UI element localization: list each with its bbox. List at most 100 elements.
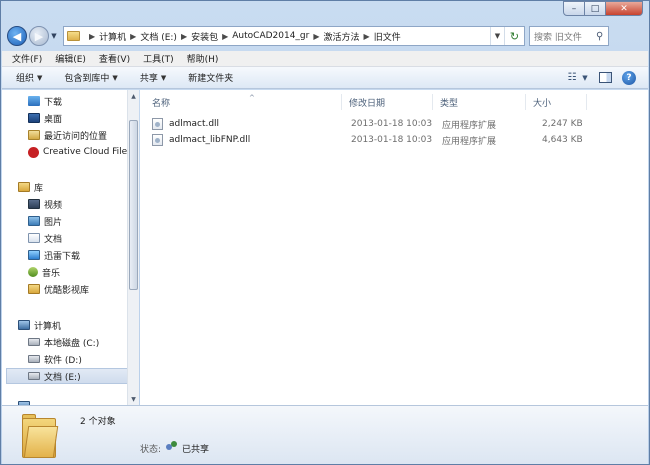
close-button[interactable]: ✕ — [605, 1, 643, 16]
search-icon[interactable]: ⚲ — [596, 31, 608, 42]
file-row[interactable]: adlmact_libFNP.dll 2013-01-18 10:03 应用程序… — [152, 132, 640, 148]
include-in-library-button[interactable]: 包含到库中 ▼ — [64, 71, 118, 85]
help-icon[interactable]: ? — [622, 70, 636, 85]
explorer-window: – □ ✕ ◀ ▶ ▼ ▶ 计算机 ▶ 文档 (E:) ▶ 安装包 ▶ Auto… — [0, 0, 650, 465]
nav-item-drive-e[interactable]: 文档 (E:) — [6, 368, 128, 384]
dll-file-icon — [152, 134, 163, 146]
nav-item-drive-d[interactable]: 软件 (D:) — [28, 351, 82, 367]
column-header-size[interactable]: 大小 — [527, 94, 587, 110]
address-row: ◀ ▶ ▼ ▶ 计算机 ▶ 文档 (E:) ▶ 安装包 ▶ AutoCAD201… — [7, 23, 645, 49]
scroll-thumb[interactable] — [129, 120, 138, 290]
column-header-type[interactable]: 类型 — [434, 94, 526, 110]
breadcrumb-item[interactable]: 安装包 — [191, 30, 218, 43]
recent-places-icon — [28, 130, 40, 140]
address-dropdown-icon[interactable]: ▼ — [490, 27, 504, 45]
nav-item-label: 桌面 — [44, 114, 63, 125]
creative-cloud-icon — [28, 146, 39, 158]
search-input[interactable]: 搜索 旧文件 ⚲ — [529, 26, 609, 46]
breadcrumb-chevron-icon[interactable]: ▶ — [89, 32, 95, 41]
nav-item-thunder-downloads[interactable]: 迅雷下载 — [28, 247, 80, 263]
nav-item-videos[interactable]: 视频 — [28, 196, 62, 212]
breadcrumb-chevron-icon[interactable]: ▶ — [130, 32, 136, 41]
breadcrumb-item[interactable]: 计算机 — [99, 30, 126, 43]
nav-item-label: 本地磁盘 (C:) — [44, 338, 100, 349]
navigation-pane: 下载 桌面 最近访问的位置 Creative Cloud Files 库 视频 … — [2, 90, 139, 405]
organize-label: 组织 — [16, 74, 35, 84]
breadcrumb-chevron-icon[interactable]: ▶ — [364, 32, 370, 41]
file-modified: 2013-01-18 10:03 — [351, 119, 433, 129]
menu-edit[interactable]: 编辑(E) — [55, 52, 86, 65]
file-row[interactable]: adlmact.dll 2013-01-18 10:03 应用程序扩展 2,24… — [152, 116, 640, 132]
share-button[interactable]: 共享 ▼ — [139, 71, 167, 85]
file-list: 名称 ^ 修改日期 类型 大小 adlmact.dll 2013-01-18 1… — [140, 90, 648, 405]
menu-bar: 文件(F) 编辑(E) 查看(V) 工具(T) 帮助(H) — [2, 51, 648, 67]
menu-tools[interactable]: 工具(T) — [143, 52, 174, 65]
include-library-label: 包含到库中 — [64, 74, 110, 84]
folder-icon — [22, 412, 59, 458]
nav-scrollbar[interactable]: ▲ ▼ — [127, 90, 139, 405]
address-bar[interactable]: ▶ 计算机 ▶ 文档 (E:) ▶ 安装包 ▶ AutoCAD2014_gr ▶… — [63, 26, 525, 46]
music-library-icon — [28, 267, 38, 277]
column-label: 大小 — [533, 98, 552, 109]
breadcrumb-item[interactable]: AutoCAD2014_gr — [232, 31, 309, 41]
breadcrumb-chevron-icon[interactable]: ▶ — [181, 32, 187, 41]
nav-item-desktop[interactable]: 桌面 — [28, 110, 62, 126]
status-label: 状态: — [140, 445, 162, 455]
view-options-dropdown-icon[interactable]: ▼ — [581, 71, 589, 85]
nav-item-downloads[interactable]: 下载 — [28, 93, 62, 109]
download-icon — [28, 96, 40, 106]
recent-pages-dropdown[interactable]: ▼ — [49, 32, 59, 40]
forward-button[interactable]: ▶ — [29, 26, 49, 46]
drive-icon — [28, 372, 40, 380]
nav-item-libraries[interactable]: 库 — [8, 179, 43, 195]
folder-icon — [67, 31, 80, 41]
file-size: 2,247 KB — [542, 119, 583, 129]
nav-item-label: 最近访问的位置 — [44, 131, 108, 142]
nav-item-network[interactable] — [8, 398, 34, 405]
nav-item-computer[interactable]: 计算机 — [8, 317, 61, 333]
new-folder-button[interactable]: 新建文件夹 — [188, 71, 233, 84]
organize-button[interactable]: 组织 ▼ — [16, 71, 42, 85]
scroll-up-icon[interactable]: ▲ — [128, 90, 139, 102]
nav-item-label: 计算机 — [34, 321, 62, 332]
column-header-modified[interactable]: 修改日期 — [343, 94, 433, 110]
preview-pane-icon[interactable] — [599, 72, 612, 83]
menu-file[interactable]: 文件(F) — [12, 52, 42, 65]
nav-item-youku[interactable]: 优酷影视库 — [28, 281, 89, 297]
menu-view[interactable]: 查看(V) — [99, 52, 130, 65]
nav-item-music[interactable]: 音乐 — [28, 264, 60, 280]
nav-item-documents[interactable]: 文档 — [28, 230, 62, 246]
chevron-down-icon: ▼ — [112, 73, 118, 82]
nav-item-label: 库 — [34, 183, 44, 194]
maximize-button[interactable]: □ — [584, 1, 606, 16]
nav-item-pictures[interactable]: 图片 — [28, 213, 62, 229]
share-label: 共享 — [139, 74, 158, 84]
back-button[interactable]: ◀ — [7, 26, 27, 46]
nav-item-label: Creative Cloud Files — [43, 147, 132, 157]
nav-item-drive-c[interactable]: 本地磁盘 (C:) — [28, 334, 99, 350]
column-label: 类型 — [440, 98, 459, 109]
column-header-name[interactable]: 名称 ^ — [146, 94, 342, 110]
shared-users-icon — [166, 441, 178, 452]
youku-library-icon — [28, 284, 40, 294]
chevron-down-icon: ▼ — [160, 73, 167, 82]
nav-item-label: 音乐 — [42, 268, 61, 279]
refresh-icon[interactable]: ↻ — [504, 27, 524, 45]
file-name: adlmact.dll — [169, 119, 220, 129]
menu-help[interactable]: 帮助(H) — [187, 52, 219, 65]
scroll-down-icon[interactable]: ▼ — [128, 393, 139, 405]
document-library-icon — [28, 233, 40, 243]
breadcrumb-item[interactable]: 激活方法 — [324, 30, 360, 43]
drive-icon — [28, 338, 40, 346]
thunder-download-icon — [28, 250, 40, 260]
breadcrumb-chevron-icon[interactable]: ▶ — [313, 32, 319, 41]
minimize-button[interactable]: – — [563, 1, 585, 16]
nav-item-recent-places[interactable]: 最近访问的位置 — [28, 127, 107, 143]
breadcrumb-item[interactable]: 文档 (E:) — [140, 30, 177, 43]
file-modified: 2013-01-18 10:03 — [351, 135, 433, 145]
breadcrumb-item[interactable]: 旧文件 — [374, 30, 401, 43]
breadcrumb-chevron-icon[interactable]: ▶ — [222, 32, 228, 41]
nav-item-creative-cloud[interactable]: Creative Cloud Files — [28, 144, 132, 160]
status-value: 已共享 — [182, 445, 210, 455]
change-view-icon[interactable]: ☷ — [563, 71, 581, 85]
